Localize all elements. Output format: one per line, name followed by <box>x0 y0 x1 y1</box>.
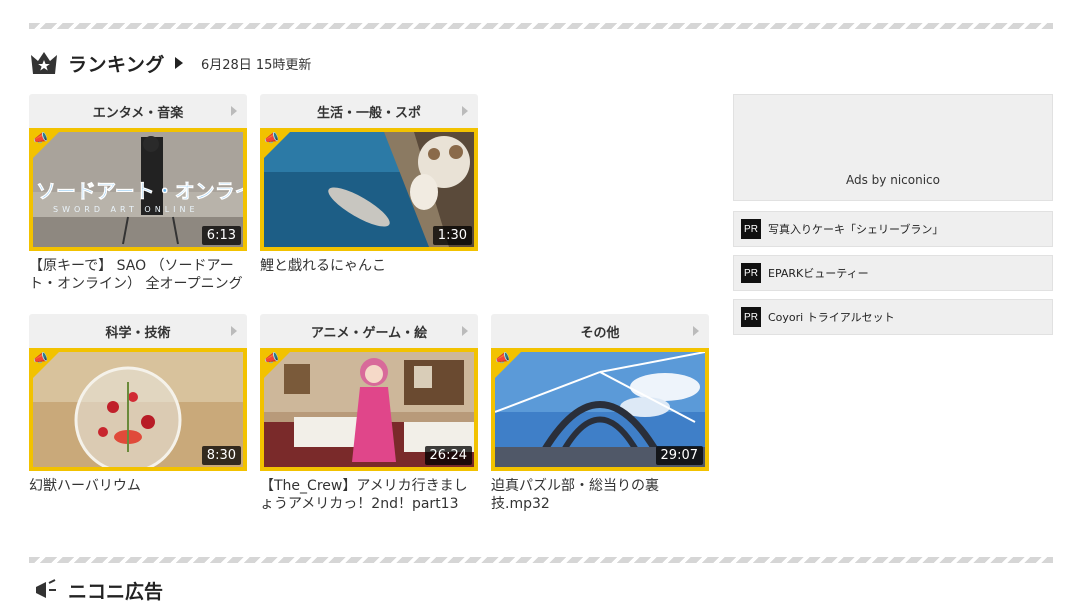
megaphone-icon <box>36 579 56 598</box>
chevron-right-icon <box>462 326 468 336</box>
pr-badge: PR <box>741 219 761 239</box>
pr-badge: PR <box>741 307 761 327</box>
pr-link-label: 写真入りケーキ「シェリーブラン」 <box>768 223 944 236</box>
section-divider-bottom <box>29 557 1053 563</box>
video-duration: 6:13 <box>201 226 241 245</box>
megaphone-icon: 📣 <box>264 131 279 145</box>
megaphone-icon: 📣 <box>33 131 48 145</box>
chevron-right-icon <box>231 326 237 336</box>
chevron-right-icon <box>231 106 237 116</box>
video-thumbnail[interactable]: 📣 26:24 <box>260 348 478 471</box>
category-tab-anime[interactable]: アニメ・ゲーム・絵 <box>260 314 478 348</box>
ranking-card-anime: アニメ・ゲーム・絵 📣 26:24 【The_Crew】アメリカ行きましょうアメ… <box>260 314 478 513</box>
svg-text:SWORD ART ONLINE: SWORD ART ONLINE <box>53 205 199 214</box>
ranking-card-life: 生活・一般・スポ 📣 1:30 鯉と戯れるにゃんこ <box>260 94 478 275</box>
video-duration: 29:07 <box>655 446 703 465</box>
video-title[interactable]: 幻獣ハーバリウム <box>29 477 247 495</box>
megaphone-icon: 📣 <box>264 351 279 365</box>
ranking-arrow-icon[interactable] <box>174 57 183 69</box>
chevron-right-icon <box>693 326 699 336</box>
crown-icon <box>31 52 57 74</box>
video-thumbnail[interactable]: 📣 29:07 <box>491 348 709 471</box>
ranking-updated-time: 6月28日 15時更新 <box>200 57 312 73</box>
video-title[interactable]: 【The_Crew】アメリカ行きましょうアメリカっ！2nd！part13 <box>260 477 478 513</box>
pr-link[interactable]: PR EPARKビューティー <box>733 255 1053 291</box>
category-label: 科学・技術 <box>105 325 171 341</box>
pr-link[interactable]: PR Coyori トライアルセット <box>733 299 1053 335</box>
category-tab-life[interactable]: 生活・一般・スポ <box>260 94 478 128</box>
video-thumbnail[interactable]: 📣 1:30 <box>260 128 478 251</box>
category-label: その他 <box>580 325 620 341</box>
next-section-title[interactable]: ニコニ広告 <box>68 577 163 604</box>
section-divider-top <box>29 23 1053 29</box>
pr-link-label: Coyori トライアルセット <box>768 311 895 324</box>
category-label: 生活・一般・スポ <box>316 105 421 121</box>
ranking-card-other: その他 📣 29:07 迫真パズル部・総当りの裏技.mp32 <box>491 314 709 513</box>
category-tab-science[interactable]: 科学・技術 <box>29 314 247 348</box>
svg-text:ソードアート・オンライン: ソードアート・オンライン <box>36 179 243 203</box>
video-thumbnail[interactable]: 📣 ソードアート・オンライン SWORD ART ONLINE 6:13 <box>29 128 247 251</box>
category-label: アニメ・ゲーム・絵 <box>310 325 428 341</box>
megaphone-icon: 📣 <box>33 351 48 365</box>
ad-label: Ads by niconico <box>846 173 940 187</box>
video-thumbnail[interactable]: 📣 8:30 <box>29 348 247 471</box>
video-duration: 26:24 <box>424 446 472 465</box>
category-label: エンタメ・音楽 <box>92 105 184 121</box>
video-title[interactable]: 鯉と戯れるにゃんこ <box>260 257 478 275</box>
video-title[interactable]: 迫真パズル部・総当りの裏技.mp32 <box>491 477 709 513</box>
pr-link-label: EPARKビューティー <box>768 267 869 280</box>
ranking-card-science: 科学・技術 📣 8:30 幻獣ハーバリウム <box>29 314 247 495</box>
ranking-card-entertainment: エンタメ・音楽 📣 ソードアート・オンライン SWORD ART ONLINE … <box>29 94 247 293</box>
chevron-right-icon <box>462 106 468 116</box>
ad-banner[interactable]: Ads by niconico <box>733 94 1053 201</box>
ranking-title[interactable]: ランキング <box>68 50 165 77</box>
video-duration: 8:30 <box>201 446 241 465</box>
category-tab-entertainment[interactable]: エンタメ・音楽 <box>29 94 247 128</box>
video-duration: 1:30 <box>432 226 472 245</box>
pr-badge: PR <box>741 263 761 283</box>
category-tab-other[interactable]: その他 <box>491 314 709 348</box>
megaphone-icon: 📣 <box>495 351 510 365</box>
next-section-header: ニコニ広告 <box>34 577 163 604</box>
video-title[interactable]: 【原キーで】 SAO （ソードアート・オンライン） 全オープニング <box>29 257 247 293</box>
ranking-header: ランキング 6月28日 15時更新 <box>30 49 311 77</box>
pr-link[interactable]: PR 写真入りケーキ「シェリーブラン」 <box>733 211 1053 247</box>
